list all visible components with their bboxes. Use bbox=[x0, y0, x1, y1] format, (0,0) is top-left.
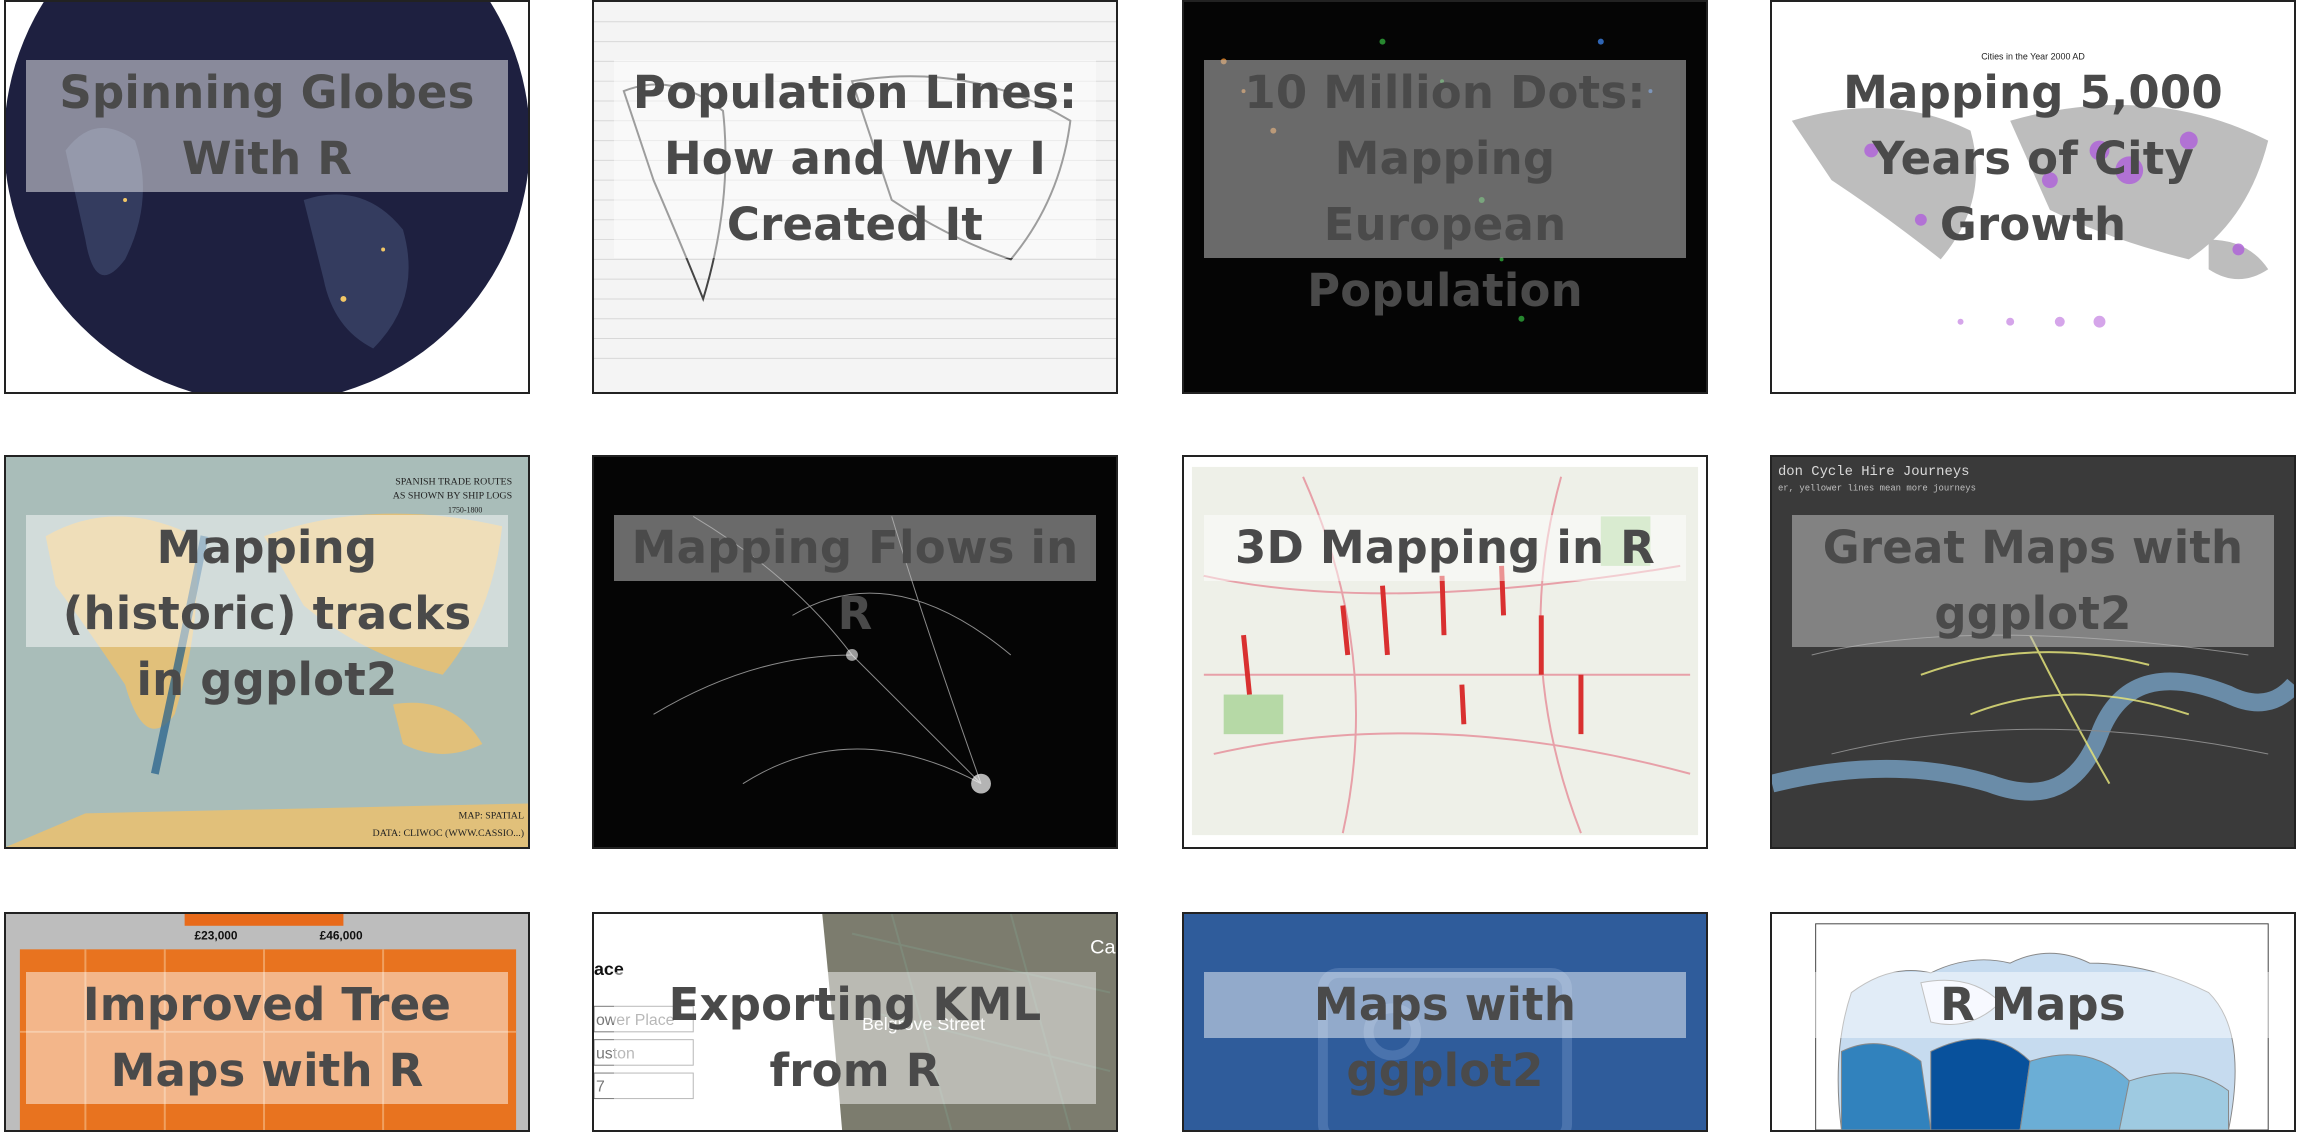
tile-title: Mapping 5,000 Years of City Growth bbox=[1843, 66, 2223, 251]
svg-text:DATA: CLIWOC (WWW.CASSIO...): DATA: CLIWOC (WWW.CASSIO...) bbox=[373, 828, 524, 839]
tile-title: 3D Mapping in R bbox=[1204, 515, 1686, 581]
svg-text:don Cycle Hire Journeys: don Cycle Hire Journeys bbox=[1778, 464, 1970, 480]
tile-city-growth[interactable]: Cities in the Year 2000 AD Mapping 5,000… bbox=[1770, 0, 2296, 394]
tile-title: Spinning Globes With R bbox=[26, 60, 508, 192]
tile-maps-with-ggplot2[interactable]: Maps with ggplot2 bbox=[1182, 912, 1708, 1132]
tile-title: Improved Tree Maps with R bbox=[26, 972, 508, 1104]
tile-population-lines[interactable]: Population Lines: How and Why I Created … bbox=[592, 0, 1118, 394]
tile-title: R Maps bbox=[1792, 972, 2274, 1038]
tile-3d-mapping[interactable]: 3D Mapping in R bbox=[1182, 455, 1708, 849]
tile-title: Mapping (historic) tracks in ggplot2 bbox=[26, 515, 508, 713]
tile-historic-tracks[interactable]: SPANISH TRADE ROUTES AS SHOWN BY SHIP LO… bbox=[4, 455, 530, 849]
svg-text:AS SHOWN BY SHIP LOGS: AS SHOWN BY SHIP LOGS bbox=[393, 491, 512, 502]
tile-great-maps[interactable]: don Cycle Hire Journeys er, yellower lin… bbox=[1770, 455, 2296, 849]
svg-text:er, yellower lines mean more j: er, yellower lines mean more journeys bbox=[1778, 484, 1976, 494]
tile-title: Exporting KML from R bbox=[614, 972, 1096, 1104]
tile-title: 10 Million Dots: Mapping European Popula… bbox=[1204, 60, 1686, 324]
tile-spinning-globes[interactable]: Spinning Globes With R bbox=[4, 0, 530, 394]
svg-text:SPANISH TRADE ROUTES: SPANISH TRADE ROUTES bbox=[395, 477, 512, 488]
tile-mapping-flows[interactable]: Mapping Flows in R bbox=[592, 455, 1118, 849]
svg-text:£23,000: £23,000 bbox=[195, 929, 238, 943]
tile-exporting-kml[interactable]: ace ower Place uston 7 Belgrove Street C… bbox=[592, 912, 1118, 1132]
svg-text:Ca: Ca bbox=[1090, 936, 1115, 958]
tile-title: Population Lines: How and Why I Created … bbox=[614, 60, 1096, 258]
tile-r-maps[interactable]: R Maps bbox=[1770, 912, 2296, 1132]
tile-title: Mapping Flows in R bbox=[614, 515, 1096, 647]
svg-text:1750-1800: 1750-1800 bbox=[448, 505, 482, 514]
svg-text:7: 7 bbox=[596, 1079, 605, 1096]
tile-title: Maps with ggplot2 bbox=[1204, 972, 1686, 1104]
tile-title: Great Maps with ggplot2 bbox=[1792, 515, 2274, 647]
svg-text:MAP: SPATIAL: MAP: SPATIAL bbox=[459, 810, 525, 821]
svg-text:£46,000: £46,000 bbox=[320, 929, 363, 943]
tile-10-million-dots[interactable]: 10 Million Dots: Mapping European Popula… bbox=[1182, 0, 1708, 394]
tile-improved-tree-maps[interactable]: £23,000 £46,000 Improved Tree Maps with … bbox=[4, 912, 530, 1132]
